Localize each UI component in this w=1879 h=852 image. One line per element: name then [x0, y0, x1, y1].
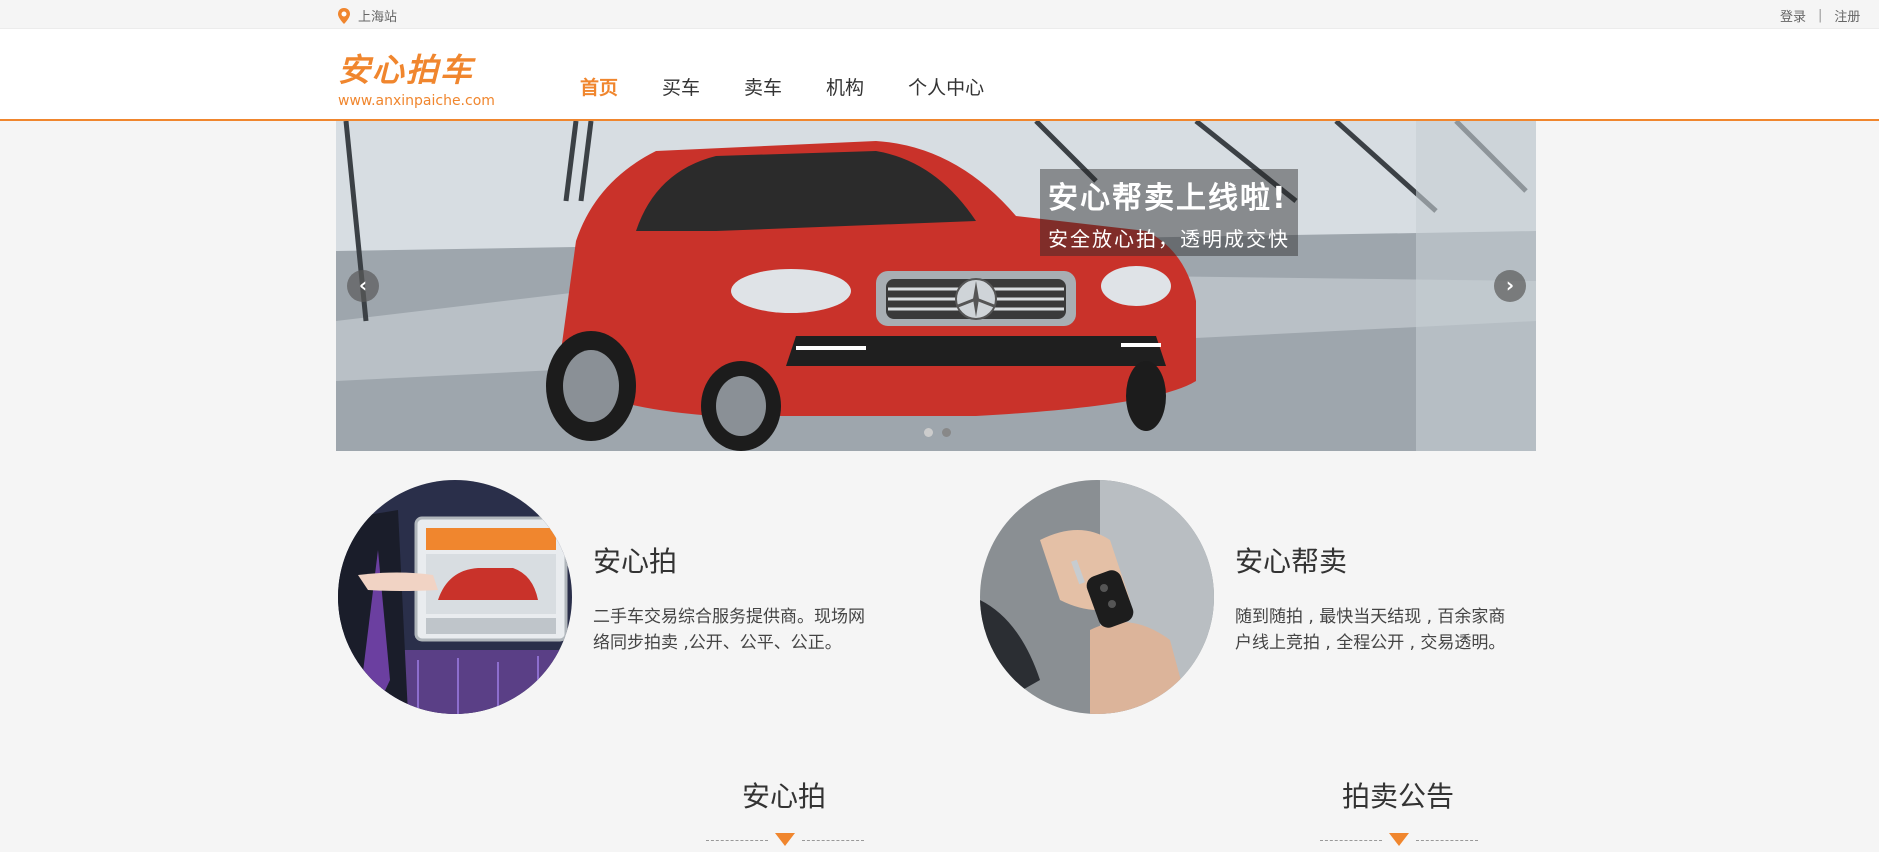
auth-separator: | — [1818, 8, 1823, 23]
chevron-right-icon: › — [1505, 273, 1515, 297]
top-bar: 上海站 登录 | 注册 — [0, 0, 1879, 29]
chevron-left-icon: ‹ — [358, 273, 368, 297]
feature-desc: 二手车交易综合服务提供商。现场网络同步拍卖 ,公开、公平、公正。 — [593, 607, 865, 653]
triangle-down-icon — [775, 833, 795, 846]
carousel-next-button[interactable]: › — [1494, 270, 1526, 302]
triangle-down-icon — [1389, 833, 1409, 846]
nav-item-buy-car[interactable]: 买车 — [662, 73, 700, 100]
logo-name: 安心拍车 — [338, 51, 475, 89]
carousel-dot[interactable] — [924, 428, 933, 437]
banner-car-image — [336, 121, 1536, 451]
feature-image-car-key — [980, 480, 1214, 714]
section-header-anxinpai: 安心拍 — [684, 775, 884, 849]
section-title: 安心拍 — [741, 780, 826, 813]
nav-item-home[interactable]: 首页 — [580, 73, 618, 100]
carousel-indicators — [924, 428, 960, 437]
location-selector[interactable]: 上海站 — [336, 6, 397, 25]
location-label: 上海站 — [358, 10, 398, 25]
section-divider — [1298, 833, 1498, 849]
feature-title: 安心帮卖 — [1235, 545, 1348, 578]
carousel-prev-button[interactable]: ‹ — [347, 270, 379, 302]
location-pin-icon — [338, 7, 350, 24]
banner-caption: 安心帮卖上线啦! 安全放心拍，透明成交快 — [1040, 169, 1298, 256]
auth-links: 登录 | 注册 — [1780, 6, 1860, 25]
hero-banner[interactable]: 安心帮卖上线啦! 安全放心拍，透明成交快 ‹ › — [336, 121, 1536, 451]
nav-item-sell-car[interactable]: 卖车 — [744, 73, 782, 100]
feature-desc: 随到随拍 , 最快当天结现 , 百余家商户线上竞拍 , 全程公开 , 交易透明。 — [1235, 607, 1506, 653]
nav-item-user-center[interactable]: 个人中心 — [908, 73, 984, 100]
feature-image-laptop — [338, 480, 572, 714]
section-header-auction-notice: 拍卖公告 — [1298, 775, 1498, 849]
carousel-dot[interactable] — [942, 428, 951, 437]
site-header: 安心拍车 www.anxinpaiche.com 首页 买车 卖车 机构 个人中… — [0, 29, 1879, 121]
banner-subtitle: 安全放心拍，透明成交快 — [1048, 227, 1290, 251]
section-title: 拍卖公告 — [1341, 780, 1454, 813]
login-link[interactable]: 登录 — [1780, 6, 1806, 25]
site-logo[interactable]: 安心拍车 www.anxinpaiche.com — [338, 45, 495, 109]
banner-title: 安心帮卖上线啦! — [1048, 181, 1288, 216]
feature-title: 安心拍 — [593, 545, 678, 578]
register-link[interactable]: 注册 — [1834, 6, 1860, 25]
section-divider — [684, 833, 884, 849]
main-nav: 首页 买车 卖车 机构 个人中心 — [580, 73, 1028, 100]
logo-url: www.anxinpaiche.com — [338, 93, 495, 109]
nav-item-institutions[interactable]: 机构 — [826, 73, 864, 100]
